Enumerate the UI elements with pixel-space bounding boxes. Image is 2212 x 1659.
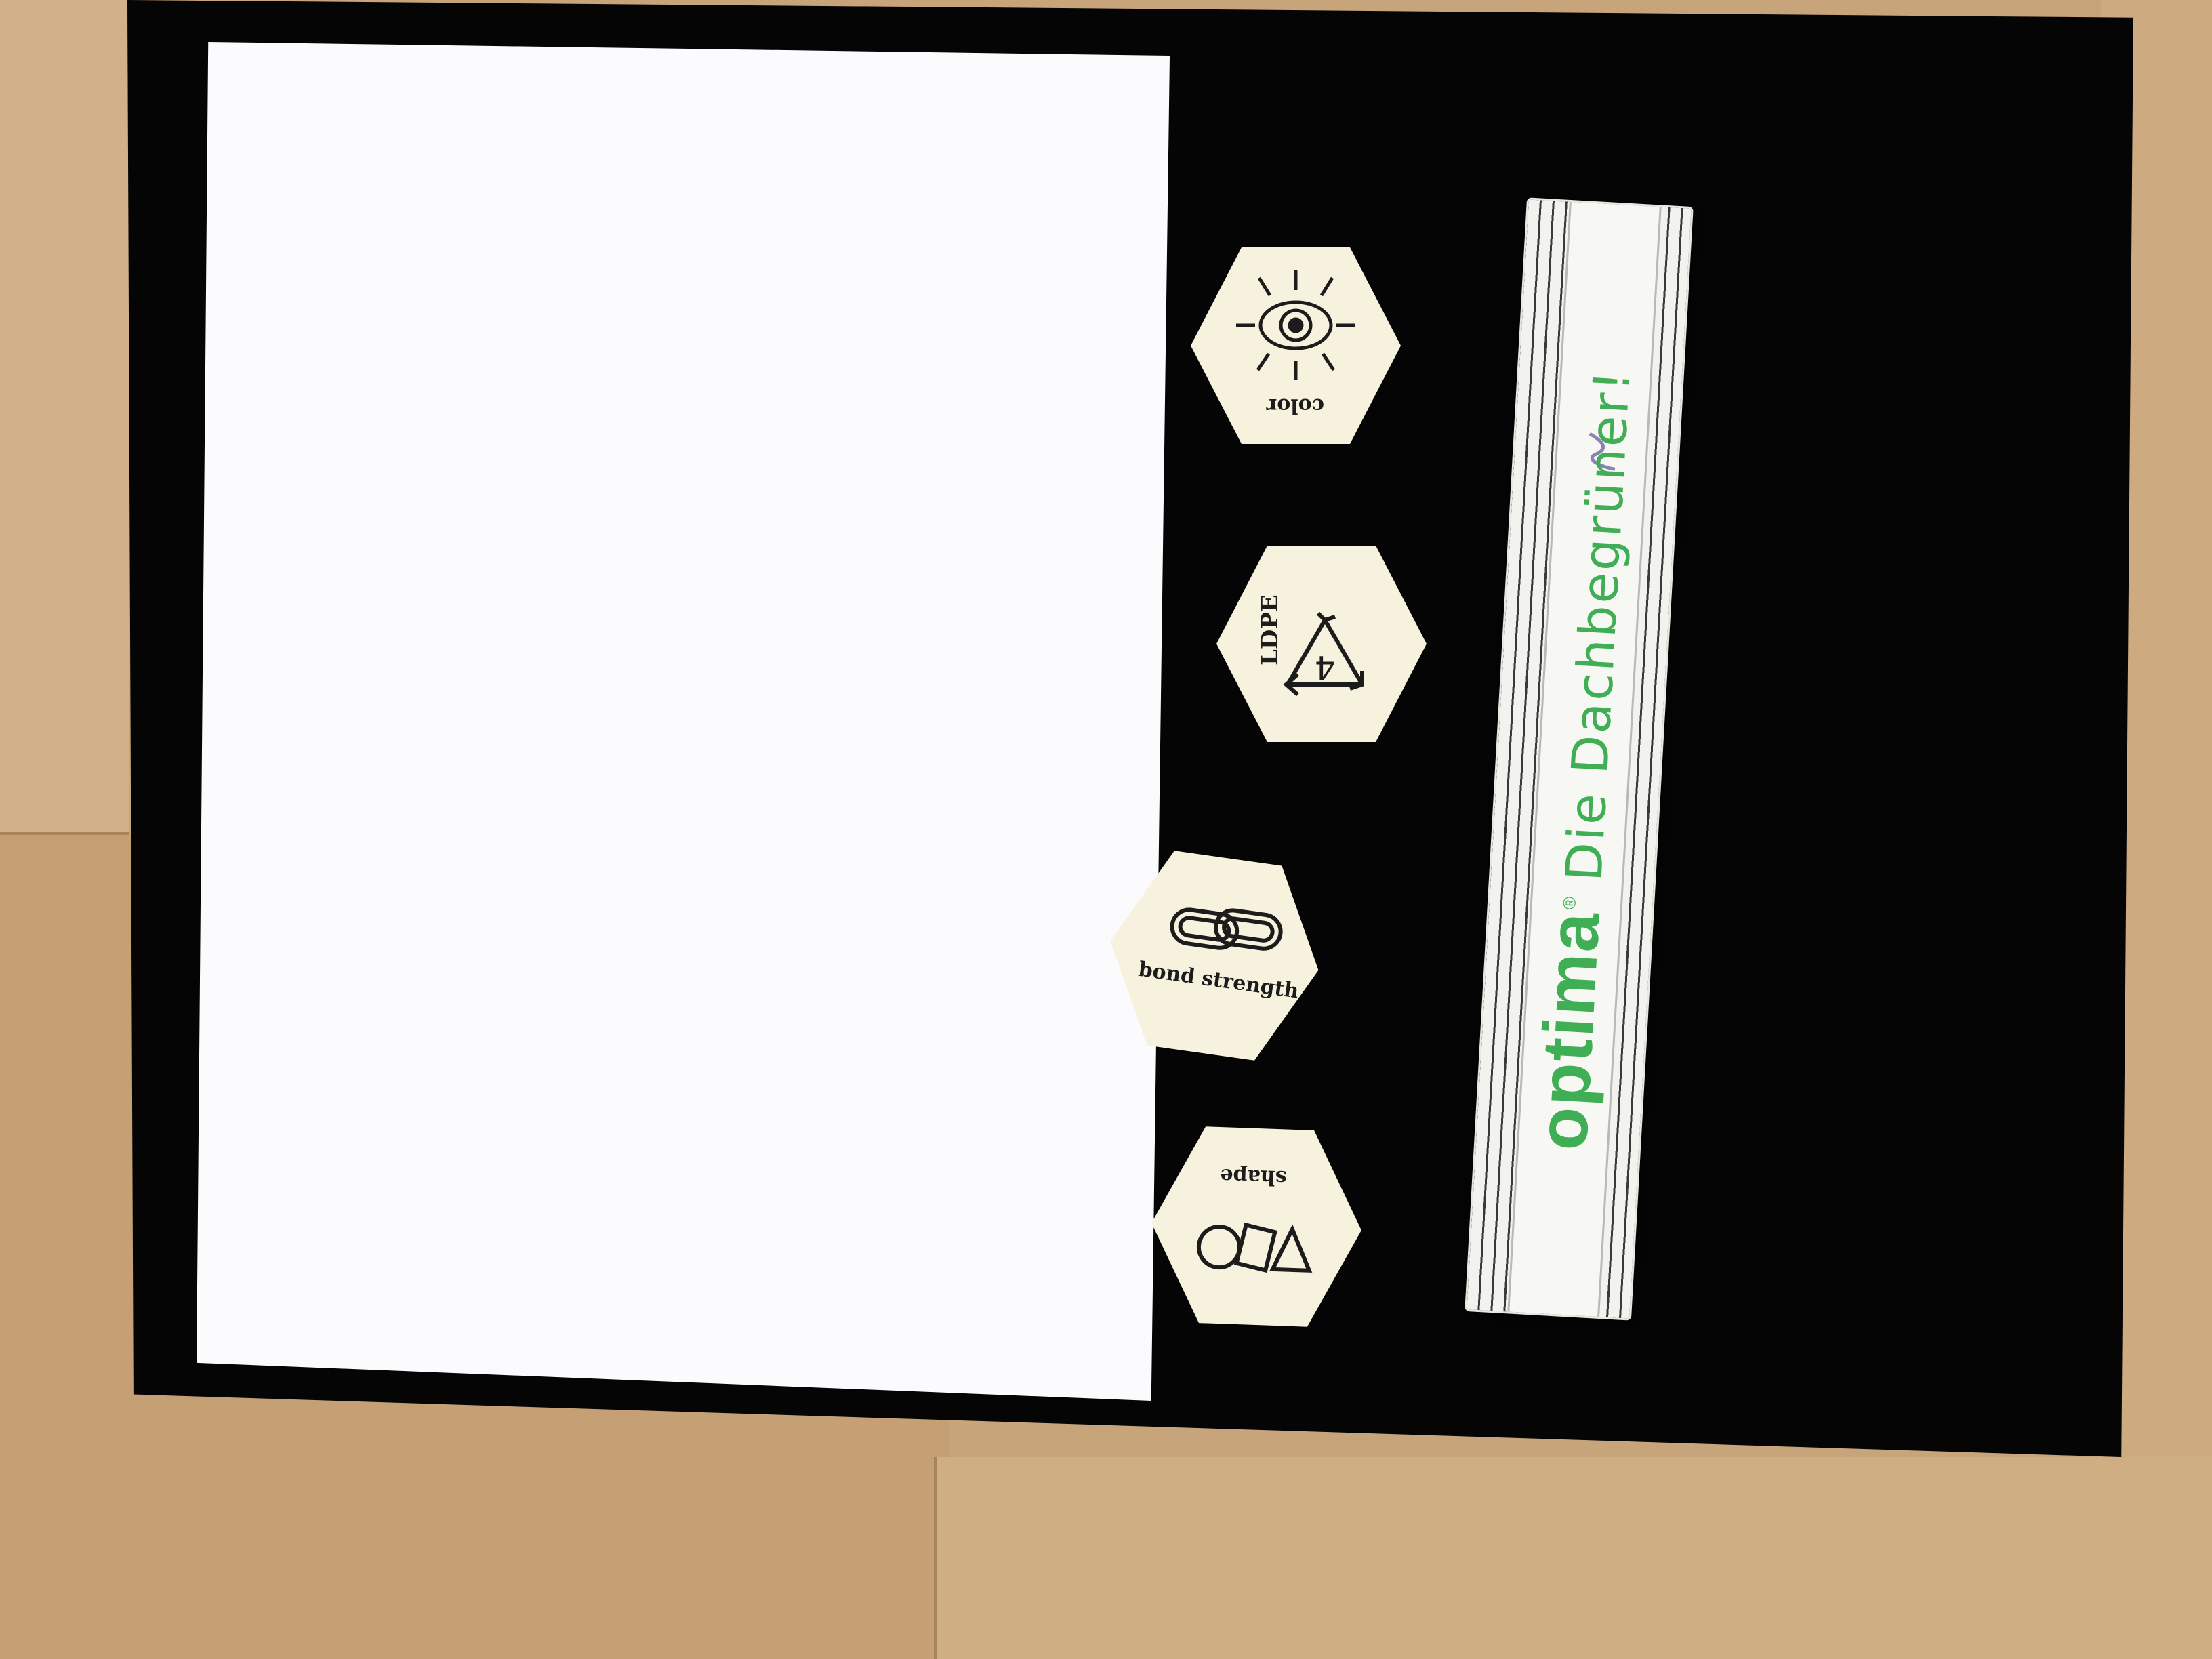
recycling-code: 4	[1315, 648, 1336, 686]
token-label: LDPE	[1256, 594, 1284, 665]
token-label: shape	[1219, 1164, 1288, 1190]
hex-token-ldpe[interactable]: 4 LDPE	[1213, 542, 1430, 745]
table-plank-seam	[934, 1457, 937, 1659]
hexagon-shape: 4	[1216, 546, 1427, 742]
paper-sheet	[197, 42, 1170, 1401]
registered-mark: ®	[1559, 895, 1580, 910]
hex-token-color[interactable]: color	[1187, 244, 1404, 447]
photo-scene: color 4 LDPE bond strength shape optima®…	[0, 0, 2212, 1659]
hex-token-shape[interactable]: shape	[1145, 1122, 1368, 1332]
brand-name: optima	[1523, 909, 1615, 1153]
table-plank	[0, 0, 129, 834]
hexagon-shape	[1110, 851, 1319, 1061]
table-plank-seam	[0, 832, 129, 835]
hexagon-shape	[1151, 1126, 1361, 1327]
token-label: color	[1266, 394, 1325, 417]
table-plank	[935, 1457, 2212, 1659]
hex-token-bond-strength[interactable]: bond strength	[1093, 840, 1336, 1071]
brand-logo-text: optima®	[1522, 893, 1617, 1152]
